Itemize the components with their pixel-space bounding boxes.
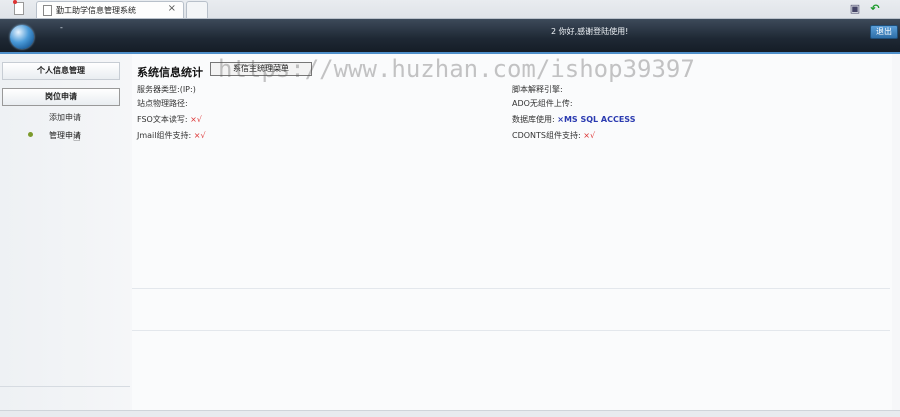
info-jmail: Jmail组件支持: ×√ [137,130,206,141]
info-fso-label: FSO文本读写: [137,115,188,124]
close-icon[interactable]: × [168,3,176,14]
sidebar: 个人信息管理 岗位申请 添加申请 管理申请 [0,54,130,414]
content-divider-lower [132,330,890,331]
info-site-path-label: 站点物理路径: [137,99,188,108]
main-panel: 系统信息统计 系信主统理菜单 服务器类型:(IP:) 站点物理路径: FSO文本… [132,54,892,412]
tab-title: 勤工助学信息管理系统 [56,6,136,15]
new-tab-button[interactable] [186,1,208,18]
sidebar-item-personal-info[interactable]: 个人信息管理 [2,62,120,80]
info-ado-upload: ADO无组件上传: [512,98,573,109]
active-bullet-icon [28,132,33,137]
info-fso-value: ×√ [190,115,202,124]
document-icon [13,0,24,15]
info-script-engine: 脚本解释引擎: [512,84,563,95]
browser-tab-bar: 勤工助学信息管理系统 × ▣ ↶ [0,0,900,19]
back-arrow-icon[interactable]: ↶ [868,2,882,15]
app-header: - 2 你好,感谢登陆使用! 退出 [0,19,900,54]
info-jmail-value: ×√ [193,131,206,140]
info-fso: FSO文本读写: ×√ [137,114,202,125]
info-server-type-label: 服务器类型:(IP:) [137,85,196,94]
info-jmail-label: Jmail组件支持: [137,131,192,140]
info-cdonts: CDONTS组件支持: ×√ [512,130,595,141]
info-server-type: 服务器类型:(IP:) [137,84,196,95]
page-icon [43,5,52,16]
welcome-message: 2 你好,感谢登陆使用! [551,27,629,36]
page-title: 系统信息统计 [137,66,203,79]
info-database: 数据库使用: ×MS SQL ACCESS [512,114,635,125]
info-script-engine-label: 脚本解释引擎: [512,85,563,94]
browser-tab[interactable]: 勤工助学信息管理系统 × [36,1,184,18]
sidebar-divider [0,386,130,387]
info-database-label: 数据库使用: [512,115,555,124]
page-tools-icon[interactable]: ▣ [848,2,862,15]
watermark-url: https://www.huzhan.com/ishop39397 [218,55,695,83]
sidebar-subitem-manage-application[interactable]: 管理申请 [0,130,130,141]
content-divider [132,288,890,289]
info-site-path: 站点物理路径: [137,98,188,109]
sidebar-item-job-application[interactable]: 岗位申请 [2,88,120,106]
info-cdonts-label: CDONTS组件支持: [512,131,581,140]
logout-button[interactable]: 退出 [870,25,898,39]
info-database-value: ×MS SQL ACCESS [557,115,636,124]
info-ado-upload-label: ADO无组件上传: [512,99,573,108]
info-cdonts-value: ×√ [583,131,596,140]
sidebar-subitem-add-application[interactable]: 添加申请 [0,112,130,123]
header-mark: - [60,23,63,32]
hand-cursor-icon: ☝ [73,130,81,144]
globe-logo-icon [10,25,34,49]
